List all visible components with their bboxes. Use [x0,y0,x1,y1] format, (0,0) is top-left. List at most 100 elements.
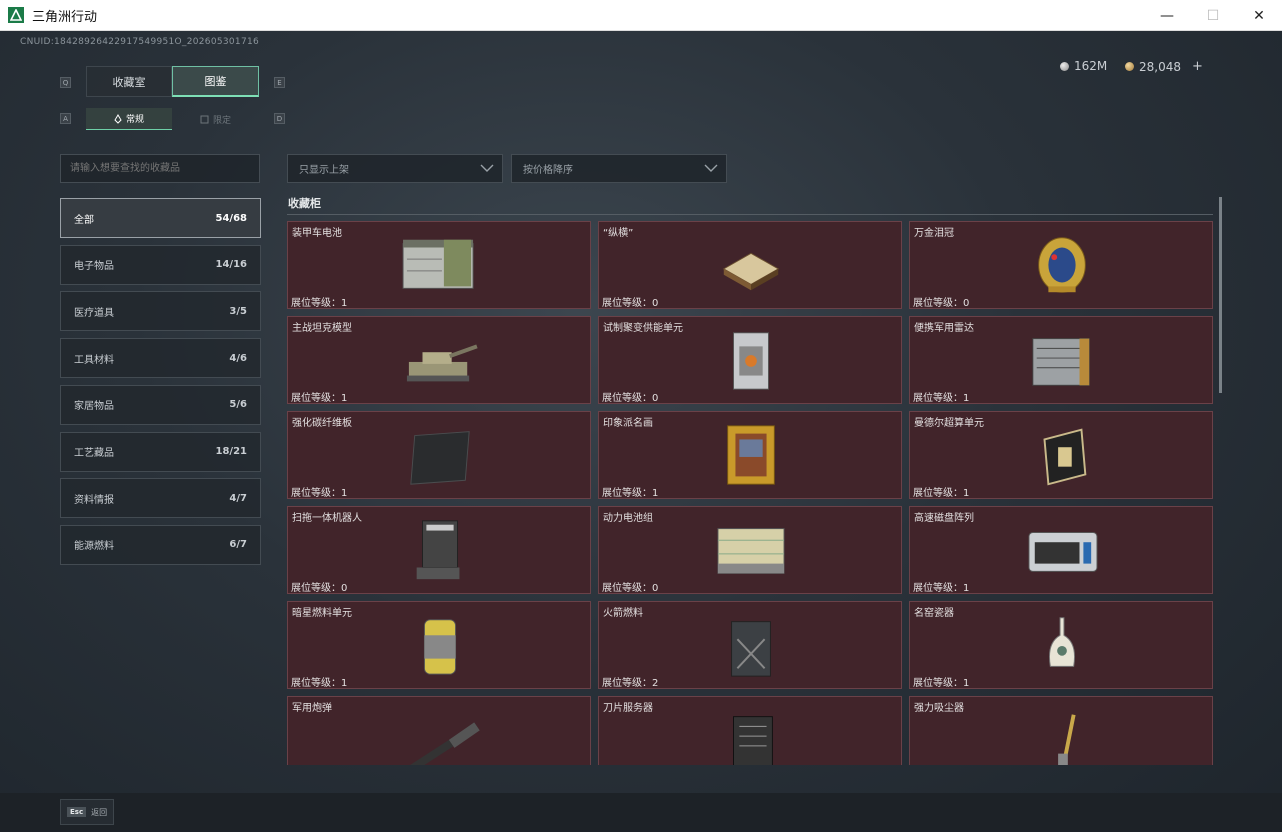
add-currency-button[interactable]: + [1192,59,1203,74]
category-label: 全部 [74,214,94,226]
sort-label: 按价格降序 [523,165,573,176]
item-display-level: 展位等级：0 [602,393,659,404]
collection-item-card[interactable]: 刀片服务器 [598,696,902,765]
key-hint-a: A [60,113,71,124]
game-area: CNUID:18428926422917549951O_202605301716… [0,31,1282,832]
collection-item-card[interactable]: 暗星燃料单元 展位等级：1 [287,601,591,689]
item-name: 便携军用雷达 [914,323,974,334]
category-count: 5/6 [229,399,247,411]
item-name: 军用炮弹 [292,703,332,714]
shell-icon [410,722,480,765]
show-filter-dropdown[interactable]: 只显示上架 [287,154,503,183]
gold-coin-icon [1125,62,1134,71]
category-item[interactable]: 医疗道具 3/5 [60,291,261,332]
category-item[interactable]: 资料情报 4/7 [60,478,261,519]
collection-item-card[interactable]: 扫拖一体机器人 展位等级：0 [287,506,591,594]
item-name: 万金泪冠 [914,228,954,239]
search-input[interactable] [60,154,260,183]
limited-icon [200,115,209,123]
item-name: 刀片服务器 [603,703,653,714]
app-logo-icon [8,7,24,23]
user-uid: CNUID:18428926422917549951O_202605301716 [20,37,260,47]
item-display-level: 展位等级：0 [602,583,659,594]
category-label: 家居物品 [74,401,114,413]
category-item[interactable]: 工艺藏品 18/21 [60,431,261,472]
item-name: 曼德尔超算单元 [914,418,984,429]
category-item[interactable]: 能源燃料 6/7 [60,524,261,565]
collection-item-card[interactable]: 高速磁盘阵列 展位等级：1 [909,506,1213,594]
close-button[interactable]: ✕ [1236,0,1282,31]
subtab-limited[interactable]: 限定 [172,108,259,130]
tab-collection[interactable]: 收藏室 [86,66,172,97]
back-label: 返回 [91,807,108,817]
collection-item-card[interactable]: 装甲车电池 展位等级：1 [287,221,591,309]
back-button[interactable]: Esc 返回 [60,799,114,825]
tab-catalog[interactable]: 图鉴 [172,66,259,97]
section-title: 收藏柜 [288,197,321,210]
item-display-level: 展位等级：1 [602,488,659,499]
scrollbar[interactable] [1219,197,1222,393]
jerrycan-icon [731,621,771,677]
collection-item-card[interactable]: 强力吸尘器 [909,696,1213,765]
collection-item-card[interactable]: 动力电池组展位等级：0 [598,506,902,594]
category-label: 医疗道具 [74,307,114,319]
fusion-cell-icon [733,332,769,390]
minimize-button[interactable]: — [1144,0,1190,31]
gold-currency: 28,048 + [1125,59,1203,74]
sort-dropdown[interactable]: 按价格降序 [511,154,727,183]
collection-item-card[interactable]: 主战坦克模型 展位等级：1 [287,316,591,404]
item-display-level: 展位等级：1 [291,393,348,404]
category-count: 3/5 [229,305,247,317]
collection-item-card[interactable]: 曼德尔超算单元 展位等级：1 [909,411,1213,499]
collection-item-card[interactable]: 印象派名画 展位等级：1 [598,411,902,499]
category-item[interactable]: 电子物品 14/16 [60,244,261,285]
disk-array-icon [1028,532,1098,572]
item-name: 强力吸尘器 [914,703,964,714]
silver-coin-icon [1060,61,1069,71]
category-count: 18/21 [215,446,247,457]
category-item[interactable]: 工具材料 4/6 [60,338,261,379]
supercomputer-icon [1043,428,1087,486]
item-grid: 装甲车电池 展位等级：1 “纵横” 展位等级：0 万金泪冠 展位等级：0 主战坦克模型 展位等… [287,221,1215,765]
collection-item-card[interactable]: 万金泪冠 展位等级：0 [909,221,1213,309]
fuel-canister-icon [423,619,457,675]
item-name: 强化碳纤维板 [292,418,352,429]
category-label: 工具材料 [74,354,114,366]
item-display-level: 展位等级：0 [291,583,348,594]
category-label: 能源燃料 [74,541,114,553]
battery-icon [402,239,474,289]
gold-amount: 28,048 [1139,59,1181,74]
item-name: 动力电池组 [603,513,653,524]
category-item[interactable]: 全部 54/68 [60,198,261,238]
collection-item-card[interactable]: 试制聚变供能单元 展位等级：0 [598,316,902,404]
normal-icon [114,113,122,124]
item-name: 火箭燃料 [603,608,643,619]
subtab-normal[interactable]: 常规 [86,108,172,130]
collection-item-card[interactable]: 名窑瓷器 展位等级：1 [909,601,1213,689]
show-filter-label: 只显示上架 [299,165,349,176]
collection-item-card[interactable]: “纵横” 展位等级：0 [598,221,902,309]
chevron-down-icon [704,164,718,172]
server-icon [733,716,773,765]
chessboard-icon [722,252,780,291]
battery-pack-icon [717,528,785,574]
painting-icon [727,425,775,485]
chevron-down-icon [480,164,494,172]
item-name: “纵横” [603,228,634,239]
item-display-level: 展位等级：1 [913,678,970,689]
robot-vacuum-icon [416,520,460,580]
category-count: 14/16 [215,259,247,271]
item-name: 试制聚变供能单元 [603,323,683,334]
maximize-button[interactable]: ☐ [1190,0,1236,31]
collection-item-card[interactable]: 军用炮弹 [287,696,591,765]
category-label: 工艺藏品 [74,448,114,459]
window-titlebar: 三角洲行动 — ☐ ✕ [0,0,1282,31]
key-hint-e: E [274,77,285,88]
collection-item-card[interactable]: 便携军用雷达 展位等级：1 [909,316,1213,404]
collection-item-card[interactable]: 强化碳纤维板 展位等级：1 [287,411,591,499]
collection-item-card[interactable]: 火箭燃料 展位等级：2 [598,601,902,689]
esc-key-hint: Esc [67,807,87,817]
silver-currency: 162M [1060,59,1107,73]
key-hint-d: D [274,113,285,124]
category-item[interactable]: 家居物品 5/6 [60,384,261,425]
